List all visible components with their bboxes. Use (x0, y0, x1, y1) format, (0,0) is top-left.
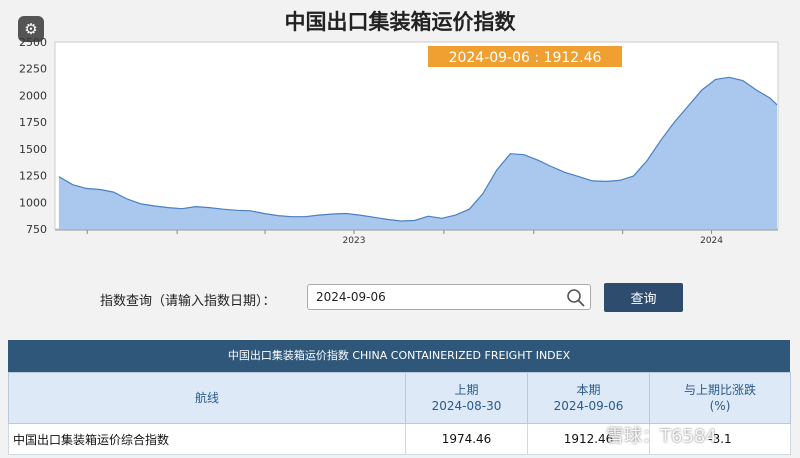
watermark: 雪球：T6584 (606, 426, 717, 447)
x-tick-label: 2023 (343, 236, 366, 246)
table-caption: 中国出口集装箱运价指数 CHINA CONTAINERIZED FREIGHT … (8, 340, 790, 372)
tooltip: 2024-09-06 : 1912.46 (428, 46, 622, 67)
header-change: 与上期比涨跌 (%) (649, 372, 791, 424)
header-curr-label: 本期 2024-09-06 (553, 383, 624, 413)
y-tick-label: 2000 (19, 89, 47, 102)
header-route: 航线 (8, 372, 406, 424)
header-prev-label: 上期 2024-08-30 (431, 383, 502, 413)
y-tick-label: 1250 (19, 170, 47, 183)
query-button[interactable]: 查询 (604, 283, 683, 312)
y-axis: 750 1000 1250 1500 1750 2000 2250 2500 (19, 36, 47, 236)
header-prev: 上期 2024-08-30 (405, 372, 528, 424)
header-change-label: 与上期比涨跌 (%) (683, 383, 756, 413)
tooltip-text: 2024-09-06 : 1912.46 (449, 50, 602, 66)
y-tick-label: 1750 (19, 116, 47, 129)
search-icon[interactable] (566, 288, 586, 308)
chart-area: 750 1000 1250 1500 1750 2000 2250 2500 2023 2024… (19, 36, 779, 246)
header-curr: 本期 2024-09-06 (527, 372, 650, 424)
header-route-label: 航线 (194, 391, 219, 405)
x-axis: 2023 2024 (55, 229, 778, 246)
query-row: 指数查询（请输入指数日期）： 查询 (0, 283, 800, 314)
y-tick-label: 750 (26, 223, 47, 236)
y-tick-label: 2250 (19, 63, 47, 76)
row-prev: 1974.46 (405, 423, 528, 455)
date-input[interactable] (307, 284, 591, 310)
x-tick-label: 2024 (700, 236, 723, 246)
y-tick-label: 2500 (19, 36, 47, 49)
y-tick-label: 1000 (19, 196, 47, 209)
query-label: 指数查询（请输入指数日期）： (100, 294, 276, 309)
row-name: 中国出口集装箱运价综合指数 (8, 423, 406, 455)
y-tick-label: 1500 (19, 143, 47, 156)
